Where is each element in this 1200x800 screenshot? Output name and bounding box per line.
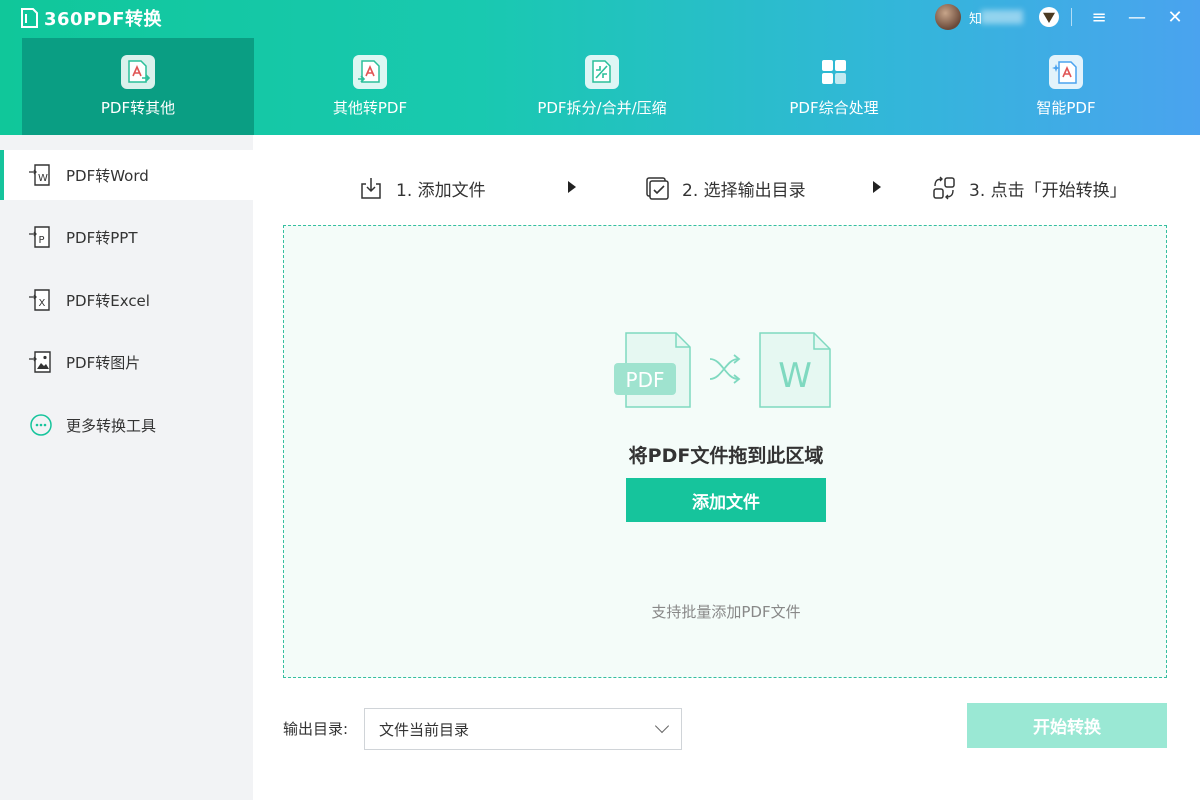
- sidebar-item-pdf-to-word[interactable]: W PDF转Word: [0, 150, 253, 200]
- tab-label: PDF拆分/合并/压缩: [537, 99, 667, 117]
- app-title: 360PDF转换: [44, 9, 163, 30]
- drop-zone-title: 将PDF文件拖到此区域: [628, 445, 824, 467]
- output-dir-label: 输出目录:: [283, 720, 349, 738]
- tab-other-to-pdf[interactable]: 其他转PDF: [254, 38, 486, 135]
- step-arrow-icon: [873, 181, 881, 193]
- svg-text:P: P: [39, 235, 45, 246]
- user-name-blur: [981, 9, 1023, 24]
- add-file-button[interactable]: 添加文件: [626, 478, 826, 522]
- svg-text:W: W: [38, 173, 48, 184]
- sidebar-item-label: PDF转Word: [66, 166, 149, 185]
- sidebar-item-label: 更多转换工具: [66, 416, 157, 435]
- tab-split-merge-compress[interactable]: PDF拆分/合并/压缩: [486, 38, 718, 135]
- step-arrow-icon: [568, 181, 576, 193]
- file-drop-zone[interactable]: PDF W 将PDF文件拖到此区域 添加文件 支持批量添加PDF文件: [283, 225, 1167, 678]
- tab-pdf-to-other[interactable]: PDF转其他: [22, 38, 254, 135]
- tab-smart-pdf[interactable]: 智能PDF: [950, 38, 1182, 135]
- close-button[interactable]: ✕: [1160, 4, 1190, 30]
- illustration-pdf-label: PDF: [626, 368, 665, 392]
- app-logo: 360PDF转换: [20, 5, 162, 31]
- avatar[interactable]: [935, 4, 961, 30]
- tab-label: 其他转PDF: [332, 99, 408, 117]
- tab-label: 智能PDF: [1036, 99, 1096, 117]
- chevron-down-icon: [654, 718, 670, 734]
- image-icon: [29, 351, 51, 373]
- pdf-export-icon: [121, 55, 155, 89]
- steps-bar: 1. 添加文件 2. 选择输出目录 3. 点击「开始转换」: [283, 170, 1167, 206]
- tab-pdf-processing[interactable]: PDF综合处理: [718, 38, 950, 135]
- step-add-file: 1. 添加文件: [358, 170, 486, 206]
- output-dir-value: 文件当前目录: [379, 720, 470, 739]
- sidebar-item-label: PDF转Excel: [66, 291, 150, 310]
- sidebar-item-pdf-to-ppt[interactable]: P PDF转PPT: [4, 212, 253, 262]
- user-name[interactable]: 知: [969, 8, 1031, 27]
- main-tabs: PDF转其他 其他转PDF PDF拆分/合并/压缩 PDF综合处理 智能PDF: [22, 38, 1182, 135]
- sidebar-item-pdf-to-excel[interactable]: X PDF转Excel: [4, 275, 253, 325]
- app-header: 360PDF转换 知 ≡ — ✕ PDF转其他 其他转PDF PDF拆分/合并/…: [0, 0, 1200, 135]
- svg-text:X: X: [39, 298, 46, 309]
- pdf-to-word-illustration: PDF W: [614, 332, 831, 408]
- checkbox-icon: [646, 177, 669, 200]
- sidebar-item-pdf-to-image[interactable]: PDF转图片: [4, 337, 253, 387]
- pdf-import-icon: [353, 55, 387, 89]
- step-start-convert: 3. 点击「开始转换」: [931, 170, 1127, 206]
- step-select-output: 2. 选择输出目录: [644, 170, 806, 206]
- word-icon: W: [29, 164, 50, 186]
- ai-pdf-icon: [1049, 55, 1083, 89]
- step-label: 1. 添加文件: [396, 180, 486, 201]
- step-label: 3. 点击「开始转换」: [969, 180, 1127, 201]
- tab-label: PDF综合处理: [789, 99, 879, 117]
- title-bar-controls: 知 ≡ — ✕: [935, 4, 1190, 30]
- pdf-split-merge-icon: [585, 55, 619, 89]
- convert-icon: [933, 176, 955, 200]
- title-bar: 360PDF转换 知 ≡ — ✕: [0, 0, 1200, 34]
- menu-button[interactable]: ≡: [1084, 4, 1114, 30]
- illustration-word-label: W: [778, 356, 812, 396]
- download-icon: [361, 178, 381, 199]
- vip-badge-icon[interactable]: [1039, 7, 1059, 27]
- step-label: 2. 选择输出目录: [682, 180, 806, 201]
- logo-icon: [21, 8, 38, 28]
- sidebar: W PDF转Word P PDF转PPT X PDF转Excel PDF转图片 …: [0, 135, 253, 800]
- sidebar-item-more-tools[interactable]: 更多转换工具: [4, 400, 253, 450]
- divider: [1071, 8, 1072, 26]
- drop-zone-hint: 支持批量添加PDF文件: [651, 603, 801, 621]
- excel-icon: X: [29, 289, 50, 311]
- sidebar-item-label: PDF转PPT: [66, 228, 138, 247]
- start-convert-button[interactable]: 开始转换: [967, 703, 1167, 748]
- ppt-icon: P: [29, 226, 50, 248]
- tab-label: PDF转其他: [100, 99, 176, 117]
- more-icon: [30, 414, 52, 436]
- grid-tools-icon: [817, 55, 851, 89]
- output-dir-select[interactable]: 文件当前目录: [364, 708, 682, 750]
- minimize-button[interactable]: —: [1122, 4, 1152, 30]
- sidebar-item-label: PDF转图片: [66, 353, 141, 372]
